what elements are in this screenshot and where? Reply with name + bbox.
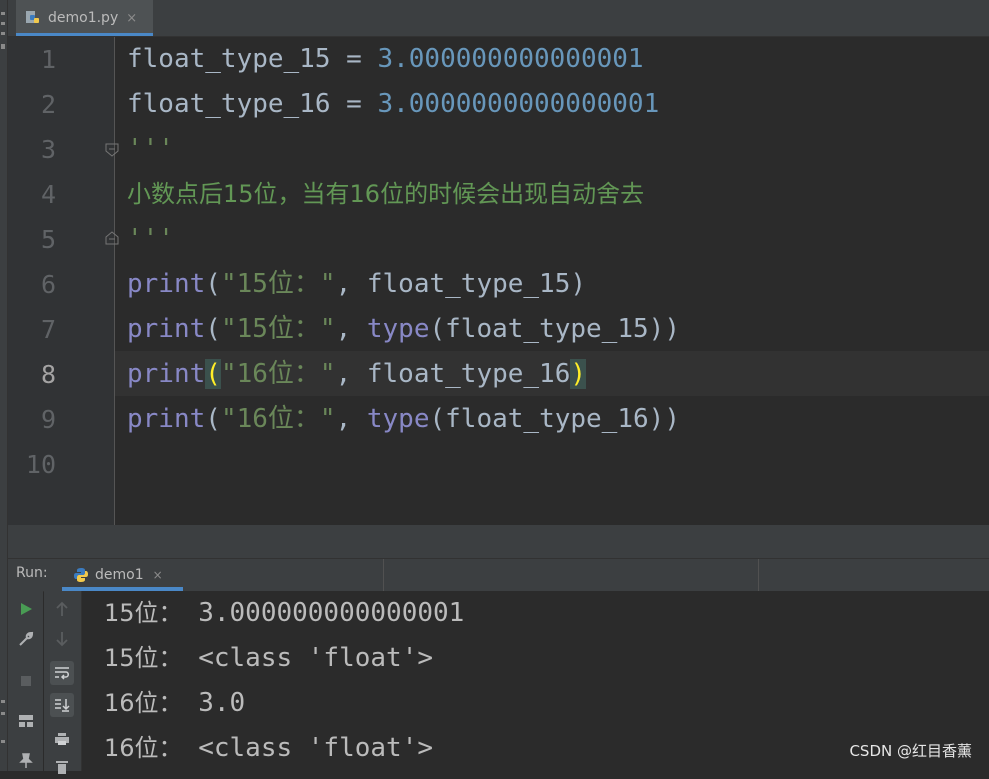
line-number: 7 [40,315,56,344]
editor-bottom-band [8,525,989,558]
header-divider [758,559,759,591]
print-icon [55,733,69,745]
code-line-9: print("16位：", type(float_type_16)) [127,404,680,434]
code-line-6: print("15位：", float_type_15) [127,269,587,299]
scroll-to-end-button[interactable] [50,693,74,717]
active-tab-indicator [16,33,153,36]
code-line-4: 小数点后15位，当有16位的时候会出现自动舍去 [127,180,645,208]
left-tool-strip [0,0,8,771]
tab-run-demo1[interactable]: demo1 × [62,559,183,591]
clear-all-button[interactable] [50,755,74,779]
run-tab-label: demo1 [95,567,144,583]
line-number: 5 [40,225,56,254]
line-number: 10 [25,450,56,479]
arrow-down-icon [56,632,68,647]
edit-config-button[interactable] [14,627,38,651]
rerun-button[interactable] [14,597,38,621]
code-line-8: print("16位：", float_type_16) [127,359,587,389]
scroll-to-end-icon [55,699,70,712]
layout-icon [19,715,33,727]
scroll-down-button[interactable] [50,627,74,651]
code-line-7: print("15位：", type(float_type_15)) [127,314,680,344]
close-icon[interactable]: × [126,11,137,26]
console-line: 16位： <class 'float'> [104,733,434,763]
stop-icon [21,676,31,686]
fold-marker-icon[interactable] [105,143,119,157]
print-button[interactable] [50,727,74,751]
console-line: 16位： 3.0 [104,688,246,718]
close-icon[interactable]: × [153,568,163,582]
editor-tab-bar: demo1.py × [8,0,989,37]
code-line-2: float_type_16 = 3.0000000000000001 [127,89,660,119]
soft-wrap-icon [55,667,69,680]
arrow-up-icon [56,601,68,616]
line-number-current: 8 [40,360,56,389]
tab-label: demo1.py [48,10,119,26]
watermark: CSDN @红目香薰 [849,742,972,760]
pin-icon [19,753,33,768]
matched-brace-open: ( [205,359,221,389]
fold-end-marker-icon[interactable] [105,231,119,245]
run-toolbar-secondary [44,591,82,774]
run-title: Run: [16,565,48,581]
tab-demo1-py[interactable]: demo1.py × [16,0,153,36]
code-line-5: ''' [127,224,174,254]
scroll-up-button[interactable] [50,597,74,621]
stop-button[interactable] [14,669,38,693]
soft-wrap-button[interactable] [50,661,74,685]
header-divider [383,559,384,591]
python-run-config-icon [74,568,88,582]
line-number: 6 [40,270,56,299]
wrench-icon [19,631,34,646]
line-number: 2 [40,90,56,119]
run-toolbar-primary [8,591,43,771]
code-line-1: float_type_15 = 3.000000000000001 [127,44,644,74]
console-line: 15位： <class 'float'> [104,643,434,673]
line-number: 4 [40,180,56,209]
line-number: 1 [40,45,56,74]
code-line-3: ''' [127,134,174,164]
console-line: 15位： 3.000000000000001 [104,598,465,628]
trash-icon [56,761,68,774]
code-editor[interactable]: 1 2 3 4 5 6 7 8 9 10 float_type_15 = 3.0… [8,37,989,525]
play-icon [21,603,32,615]
line-number: 9 [40,405,56,434]
run-tool-header: Run: demo1 × [8,558,989,592]
line-number: 3 [40,135,56,164]
pin-button[interactable] [14,749,38,773]
matched-brace-close: ) [570,359,587,389]
line-number-gutter: 1 2 3 4 5 6 7 8 9 10 [8,37,119,525]
python-file-icon [26,11,39,23]
layout-button[interactable] [14,709,38,733]
